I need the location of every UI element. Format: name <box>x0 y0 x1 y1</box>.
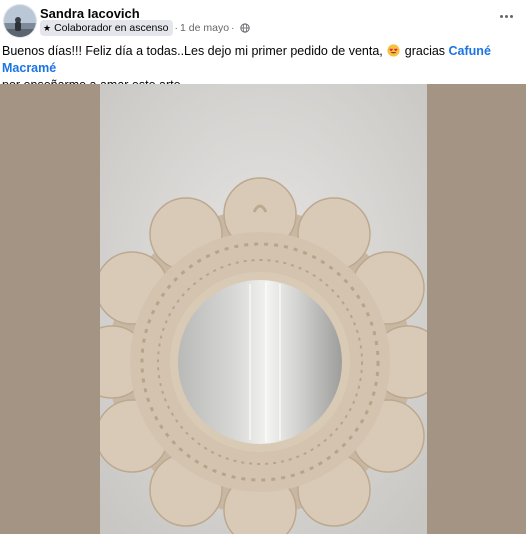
post-media[interactable] <box>0 84 526 534</box>
post-photo <box>100 84 427 534</box>
author-name[interactable]: Sandra Iacovich <box>40 6 140 21</box>
post-text-part2: gracias <box>404 44 446 58</box>
macrame-mirror-image <box>100 84 427 534</box>
star-icon: ★ <box>43 22 52 33</box>
globe-icon[interactable] <box>239 23 250 33</box>
author-avatar[interactable] <box>3 4 37 38</box>
post-date[interactable]: 1 de mayo <box>180 22 229 34</box>
more-dot <box>504 14 508 18</box>
avatar-image <box>4 5 36 37</box>
feed-post: Sandra Iacovich ★ Colaborador en ascenso… <box>0 0 526 534</box>
more-options-icon[interactable] <box>494 8 518 24</box>
more-dot <box>509 14 513 18</box>
meta-separator-2: · <box>231 22 235 34</box>
more-dot <box>499 14 503 18</box>
post-text-part1: Buenos días!!! Feliz día a todas..Les de… <box>2 44 383 58</box>
heart-eyes-emoji <box>387 44 400 57</box>
post-meta: ★ Colaborador en ascenso · 1 de mayo · <box>40 20 250 36</box>
contributor-badge[interactable]: ★ Colaborador en ascenso <box>40 20 173 36</box>
meta-separator: · <box>174 22 179 34</box>
badge-label: Colaborador en ascenso <box>54 22 169 34</box>
